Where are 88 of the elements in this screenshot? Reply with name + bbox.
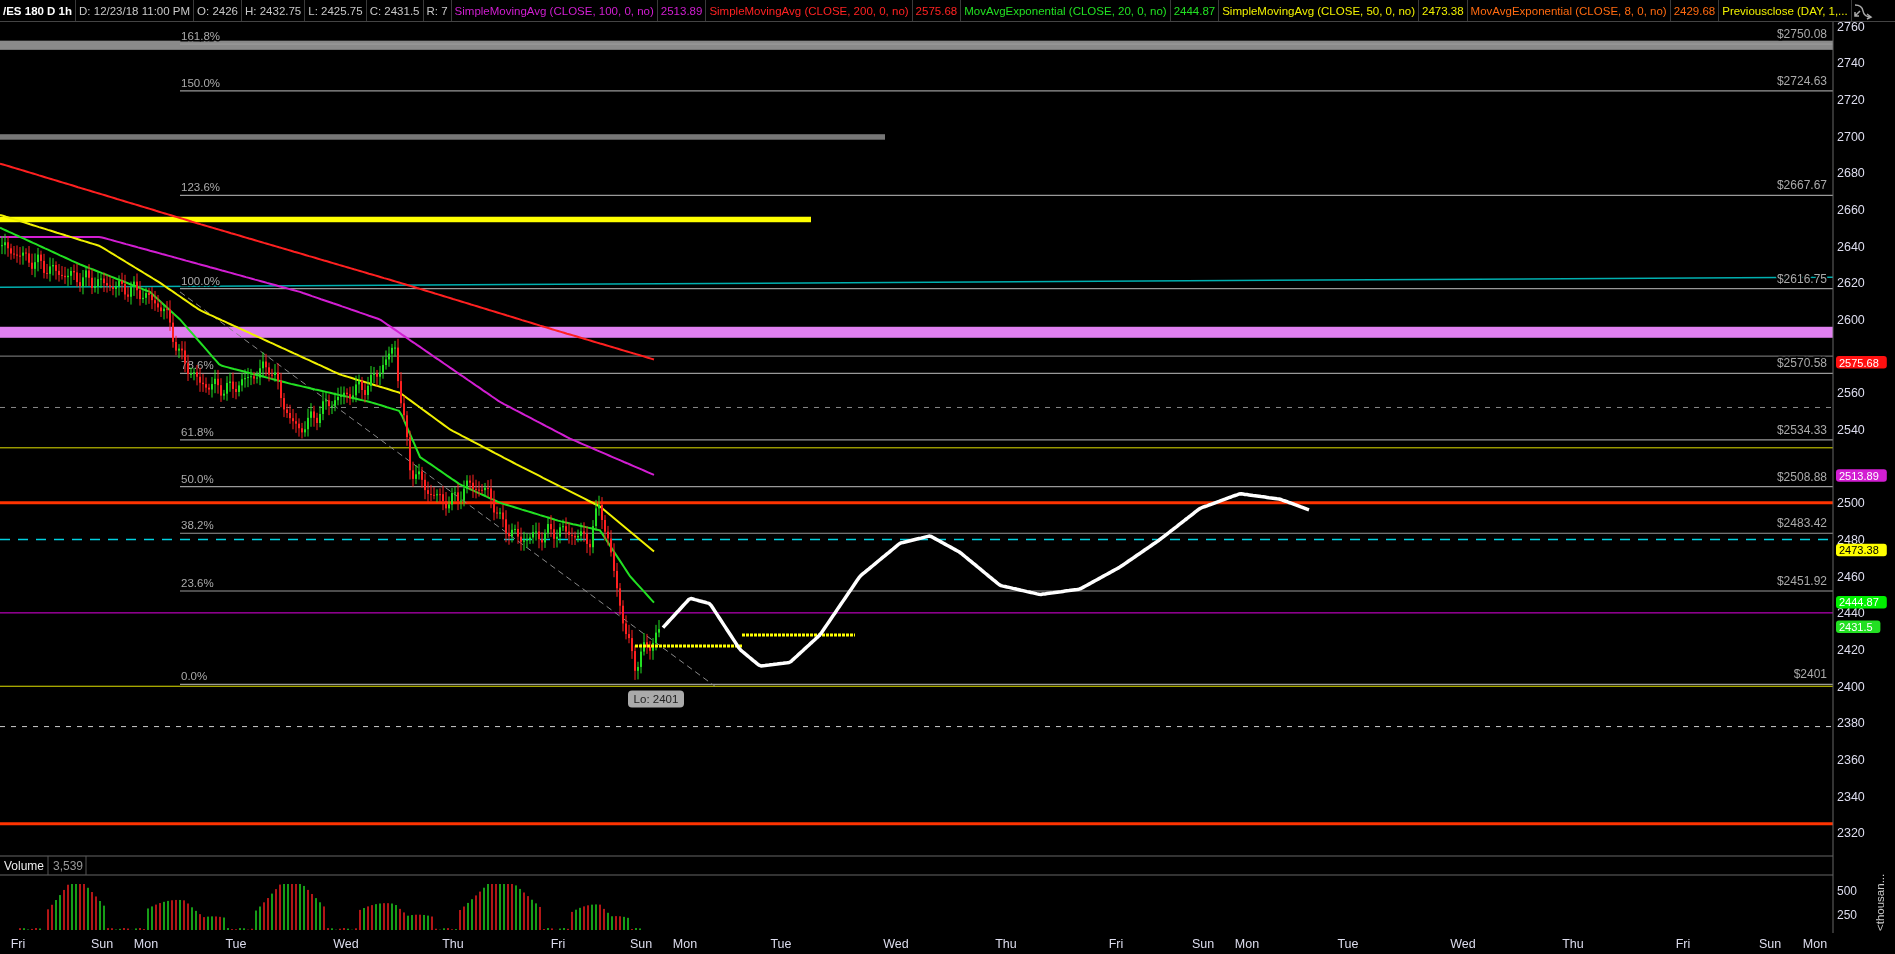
volume-axis-label: 250 xyxy=(1837,908,1858,922)
price-axis-label: 2540 xyxy=(1837,423,1865,437)
price-axis-label: 2320 xyxy=(1837,826,1865,841)
quote-info: R: 7 xyxy=(423,0,452,21)
quote-info: D: 12/23/18 11:00 PM xyxy=(76,0,195,21)
fib-percent-label: 23.6% xyxy=(181,577,214,589)
fib-price-label: $2401 xyxy=(1793,667,1827,682)
price-axis-label: 2740 xyxy=(1837,56,1865,71)
time-axis-label: Mon xyxy=(133,937,159,951)
time-axis-label: Wed xyxy=(333,937,359,951)
price-badge: 2513.89 xyxy=(1836,469,1887,482)
fib-percent-label: 50.0% xyxy=(181,472,214,485)
quote-info: O: 2426 xyxy=(194,0,242,21)
quote-info: H: 2432.75 xyxy=(242,0,306,21)
price-axis-label: 2700 xyxy=(1837,129,1865,144)
price-badge: 2473.38 xyxy=(1836,543,1887,557)
time-axis-label: Sun xyxy=(1758,937,1782,951)
quote-info: C: 2431.5 xyxy=(366,0,424,21)
price-axis-label: 2620 xyxy=(1837,276,1865,291)
fib-price-label: $2483.42 xyxy=(1776,516,1827,531)
fib-percent-label: 100.0% xyxy=(181,274,220,287)
time-axis-label: Fri xyxy=(550,937,566,951)
volume-label: Volume xyxy=(4,859,45,873)
time-axis-label: Mon xyxy=(1234,937,1260,951)
price-axis-label: 2360 xyxy=(1837,753,1865,768)
time-axis-label: Tue xyxy=(770,937,792,951)
volume-axis-label: 500 xyxy=(1837,884,1858,898)
fib-percent-label: 38.2% xyxy=(181,519,214,532)
study-value: 2444.87 xyxy=(1170,0,1220,21)
study-value: 2575.68 xyxy=(912,0,962,21)
time-axis-label: Fri xyxy=(10,937,26,951)
study-value: 2429.68 xyxy=(1670,0,1720,21)
price-badge: 2575.68 xyxy=(1836,356,1887,369)
time-axis-label: Sun xyxy=(1191,937,1215,951)
price-axis-label: 2500 xyxy=(1837,496,1865,511)
fib-price-label: $2724.63 xyxy=(1776,73,1827,88)
fib-price-label: $2451.92 xyxy=(1776,574,1827,588)
price-badge: 2444.87 xyxy=(1836,595,1887,609)
study-value: 2473.38 xyxy=(1419,0,1468,21)
fib-price-label: $2534.33 xyxy=(1776,422,1827,437)
price-axis-label: 2680 xyxy=(1837,166,1865,181)
study-label: SimpleMovingAvg (CLOSE, 50, 0, no) xyxy=(1219,0,1420,21)
time-axis-label: Tue xyxy=(1337,937,1359,951)
low-price-bubble: Lo: 2401 xyxy=(628,690,684,708)
quote-info: L: 2425.75 xyxy=(305,0,367,21)
time-axis-label: Tue xyxy=(225,937,247,951)
price-axis-label: 2720 xyxy=(1837,92,1865,107)
time-axis-label: Thu xyxy=(442,937,464,951)
price-axis-label: 2400 xyxy=(1837,679,1865,694)
price-axis-label: 2420 xyxy=(1837,643,1865,658)
time-axis-label: Thu xyxy=(1562,937,1584,951)
volume-unit-label: <thousan... xyxy=(1874,873,1886,931)
time-axis-label: Thu xyxy=(995,937,1017,951)
price-axis-label: 2640 xyxy=(1837,239,1865,254)
fib-percent-label: 150.0% xyxy=(181,76,220,89)
time-axis-label: Fri xyxy=(1108,937,1124,951)
fib-price-label: $2508.88 xyxy=(1776,469,1827,484)
fib-percent-label: 61.8% xyxy=(181,425,214,438)
price-badge: 2431.5 xyxy=(1836,620,1881,633)
fib-price-label: $2750.08 xyxy=(1776,27,1827,42)
study-label: MovAvgExponential (CLOSE, 8, 0, no) xyxy=(1467,0,1671,21)
time-axis-label: Mon xyxy=(1802,937,1828,951)
time-axis-label: Fri xyxy=(1675,937,1691,951)
time-axis-label: Wed xyxy=(883,937,909,951)
study-label: Previousclose (DAY, 1,... xyxy=(1719,0,1852,21)
price-axis-label: 2340 xyxy=(1837,789,1865,804)
study-label: SimpleMovingAvg (CLOSE, 200, 0, no) xyxy=(706,0,913,21)
fib-percent-label: 123.6% xyxy=(181,181,220,194)
price-axis-label: 2760 xyxy=(1837,22,1865,34)
fib-price-label: $2570.58 xyxy=(1776,356,1827,371)
price-axis-label: 2380 xyxy=(1837,716,1865,731)
price-axis-label: 2560 xyxy=(1837,386,1865,401)
study-label: MovAvgExponential (CLOSE, 20, 0, no) xyxy=(961,0,1171,21)
price-axis-label: 2440 xyxy=(1837,606,1865,621)
price-axis-label: 2600 xyxy=(1837,312,1865,327)
time-axis-label: Wed xyxy=(1450,937,1476,951)
fib-percent-label: 161.8% xyxy=(181,30,220,43)
volume-value: 3,539 xyxy=(53,859,84,873)
price-axis-label: 2660 xyxy=(1837,202,1865,217)
time-axis-label: Mon xyxy=(672,937,698,951)
fib-price-label: $2667.67 xyxy=(1776,178,1827,193)
study-value: 2513.89 xyxy=(657,0,707,21)
symbol-label: /ES 180 D 1h xyxy=(0,0,77,21)
study-label: SimpleMovingAvg (CLOSE, 100, 0, no) xyxy=(451,0,658,21)
price-axis-label: 2460 xyxy=(1837,569,1865,584)
time-axis-label: Sun xyxy=(90,937,114,951)
fib-percent-label: 0.0% xyxy=(181,670,208,683)
time-axis-label: Sun xyxy=(629,937,653,951)
